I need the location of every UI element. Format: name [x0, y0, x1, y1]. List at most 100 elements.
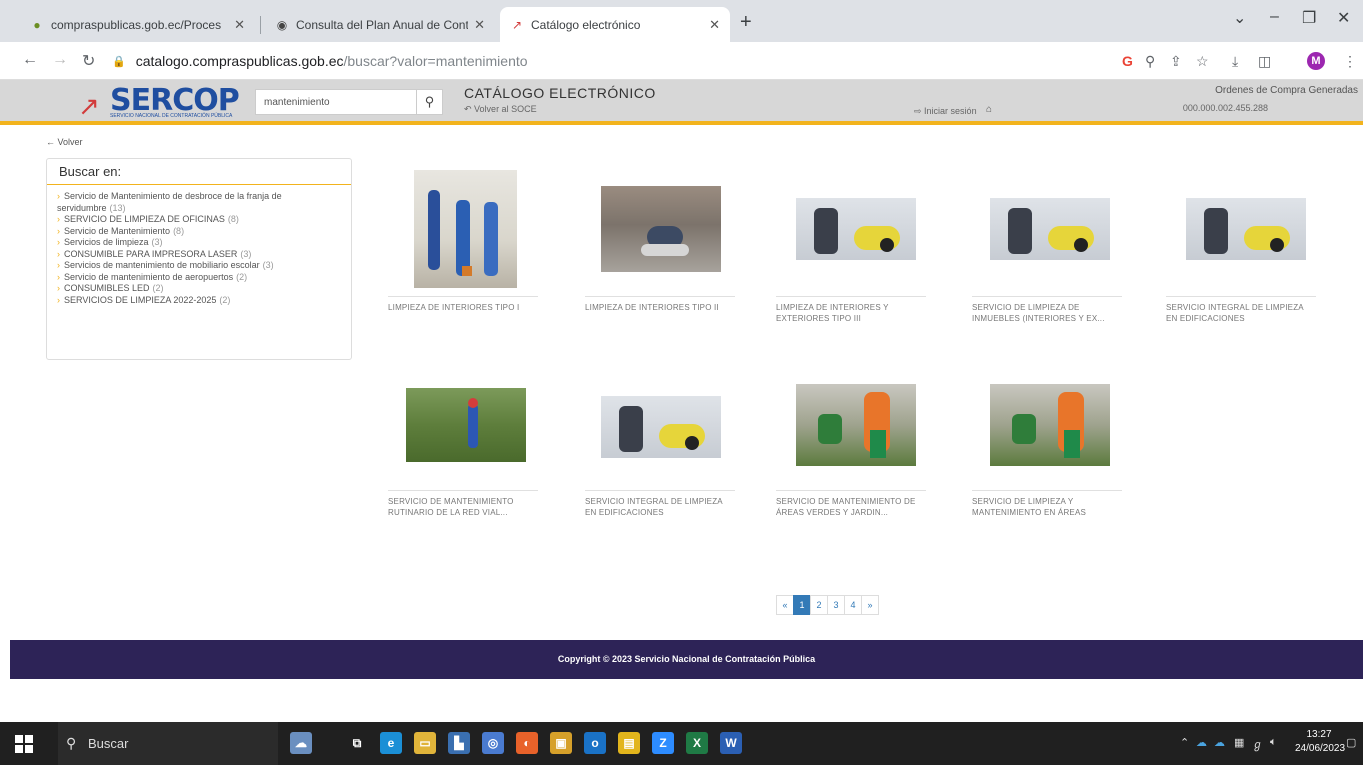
login-link[interactable]: ⇨ Iniciar sesión: [914, 106, 977, 117]
filter-item[interactable]: › Servicios de mantenimiento de mobiliari…: [57, 260, 341, 272]
pagination: « 1 2 3 4 »: [776, 595, 879, 615]
product-caption[interactable]: SERVICIO DE LIMPIEZA Y MANTENIMIENTO EN …: [972, 490, 1122, 518]
file-explorer-icon[interactable]: ▭: [414, 732, 436, 754]
back-to-soce-link[interactable]: ↶ Volver al SOCE: [464, 104, 537, 115]
bookmark-star-icon[interactable]: ☆: [1196, 53, 1209, 70]
notes-app-icon[interactable]: ▤: [618, 732, 640, 754]
pdf-app-icon[interactable]: ▙: [448, 732, 470, 754]
filter-item[interactable]: › CONSUMIBLES LED (2): [57, 283, 341, 295]
logo-subtitle: SERVICIO NACIONAL DE CONTRATACIÓN PÚBLIC…: [110, 113, 233, 119]
search-button[interactable]: ⚲: [417, 89, 443, 115]
menu-dots-icon[interactable]: ⋮: [1343, 53, 1357, 70]
photo-cleaning-machine: [796, 198, 916, 260]
forward-arrow-icon[interactable]: →: [52, 51, 68, 69]
volver-link[interactable]: ← Volver: [46, 137, 83, 147]
reload-icon[interactable]: ↻: [82, 51, 95, 71]
tray-chevron-icon[interactable]: ⌃: [1180, 736, 1189, 749]
product-image[interactable]: [776, 168, 926, 288]
tray-cloud-icon[interactable]: ☁: [1196, 736, 1207, 749]
restore-button[interactable]: ❐: [1302, 8, 1316, 28]
product-image[interactable]: [972, 362, 1122, 482]
download-icon[interactable]: ⤓: [1232, 53, 1238, 70]
page-2-button[interactable]: 2: [810, 595, 828, 615]
product-caption[interactable]: LIMPIEZA DE INTERIORES TIPO II: [585, 296, 735, 313]
search-input[interactable]: [255, 89, 417, 115]
filter-item[interactable]: › Servicio de mantenimiento de aeropuerto…: [57, 272, 341, 284]
page-3-button[interactable]: 3: [827, 595, 845, 615]
product-caption[interactable]: LIMPIEZA DE INTERIORES Y EXTERIORES TIPO…: [776, 296, 926, 324]
sercop-logo[interactable]: ↗ SERCOP SERVICIO NACIONAL DE CONTRATACI…: [78, 83, 248, 121]
presentation-app-icon[interactable]: ▣: [550, 732, 572, 754]
site-footer: Copyright © 2023 Servicio Nacional de Co…: [10, 640, 1363, 679]
filter-item[interactable]: › Servicio de Mantenimiento (8): [57, 226, 341, 238]
windows-start-icon[interactable]: [15, 735, 33, 753]
minimize-button[interactable]: –: [1270, 8, 1279, 26]
product-caption[interactable]: SERVICIO DE MANTENIMIENTO RUTINARIO DE L…: [388, 490, 538, 518]
product-image[interactable]: [585, 362, 735, 482]
tab-catalogo-electronico[interactable]: ↗ Catálogo electrónico ✕: [500, 7, 730, 42]
zoom-icon[interactable]: ⚲: [1145, 53, 1155, 70]
filter-count: (3): [262, 260, 274, 270]
product-caption[interactable]: SERVICIO INTEGRAL DE LIMPIEZA EN EDIFICA…: [1166, 296, 1316, 324]
bullet-arrow-icon: ›: [57, 294, 60, 305]
page-1-button[interactable]: 1: [793, 595, 811, 615]
close-tab-icon[interactable]: ✕: [474, 17, 485, 33]
close-window-button[interactable]: ✕: [1337, 8, 1350, 28]
new-tab-button[interactable]: +: [740, 12, 752, 32]
task-view-icon[interactable]: ⧉: [346, 732, 368, 754]
address-bar[interactable]: 🔒 catalogo.compraspublicas.gob.ec /busca…: [112, 47, 1112, 75]
photo-gardeners: [796, 384, 916, 466]
tab-compraspublicas[interactable]: ● compraspublicas.gob.ec/Proces ✕: [20, 7, 255, 42]
tab-search-chevron-icon[interactable]: ⌄: [1233, 8, 1246, 28]
page-prev-button[interactable]: «: [776, 595, 794, 615]
chrome-icon[interactable]: ◎: [482, 732, 504, 754]
filter-item[interactable]: › Servicios de limpieza (3): [57, 237, 341, 249]
taskbar-search-box[interactable]: ⚲ Buscar: [58, 722, 278, 765]
home-icon[interactable]: ⌂: [986, 104, 992, 115]
tab-consulta-plan-anual[interactable]: ◉ Consulta del Plan Anual de Cont ✕: [265, 7, 495, 42]
page-next-button[interactable]: »: [861, 595, 879, 615]
system-clock[interactable]: 13:27 24/06/2023: [1295, 728, 1345, 756]
excel-icon[interactable]: X: [686, 732, 708, 754]
zoom-app-icon[interactable]: Z: [652, 732, 674, 754]
page-4-button[interactable]: 4: [844, 595, 862, 615]
close-tab-icon[interactable]: ✕: [234, 17, 245, 33]
filter-item[interactable]: › CONSUMIBLE PARA IMPRESORA LASER (3): [57, 249, 341, 261]
google-icon[interactable]: G: [1122, 53, 1133, 69]
photo-cleaning-machine: [1186, 198, 1306, 260]
back-arrow-icon[interactable]: ←: [22, 51, 38, 69]
product-image[interactable]: [1166, 168, 1316, 288]
bullet-arrow-icon: ›: [57, 214, 60, 224]
share-icon[interactable]: ⇪: [1170, 53, 1182, 70]
product-image[interactable]: [388, 168, 538, 288]
product-caption[interactable]: LIMPIEZA DE INTERIORES TIPO I: [388, 296, 538, 313]
filter-label: CONSUMIBLES LED: [64, 283, 150, 293]
profile-avatar[interactable]: M: [1307, 52, 1325, 70]
product-caption[interactable]: SERVICIO INTEGRAL DE LIMPIEZA EN EDIFICA…: [585, 490, 735, 518]
weather-icon[interactable]: ☁: [290, 732, 312, 754]
product-caption[interactable]: SERVICIO DE LIMPIEZA DE INMUEBLES (INTER…: [972, 296, 1122, 324]
product-image[interactable]: [585, 168, 735, 288]
edge-browser-icon[interactable]: e: [380, 732, 402, 754]
firefox-icon[interactable]: ◐: [516, 732, 538, 754]
product-image[interactable]: [776, 362, 926, 482]
language-icon[interactable]: ℊ: [1252, 736, 1263, 752]
word-icon[interactable]: W: [720, 732, 742, 754]
filter-item[interactable]: › SERVICIO DE LIMPIEZA DE OFICINAS (8): [57, 214, 341, 226]
bullet-arrow-icon: ›: [57, 260, 60, 270]
filter-count: (8): [227, 214, 239, 224]
notifications-icon[interactable]: ▢: [1346, 736, 1356, 749]
filter-item[interactable]: › Servicio de Mantenimiento de desbroce d…: [57, 191, 341, 214]
side-panel-icon[interactable]: ◫: [1258, 53, 1271, 70]
filter-item[interactable]: › SERVICIOS DE LIMPIEZA 2022-2025 (2): [57, 295, 341, 307]
bullet-arrow-icon: ›: [57, 283, 60, 293]
volume-icon[interactable]: 🔈︎: [1270, 736, 1277, 749]
bullet-arrow-icon: ›: [57, 248, 60, 259]
product-image[interactable]: [388, 362, 538, 482]
product-image[interactable]: [972, 168, 1122, 288]
network-icon[interactable]: ▦: [1234, 736, 1244, 749]
outlook-icon[interactable]: o: [584, 732, 606, 754]
close-tab-icon[interactable]: ✕: [709, 17, 720, 33]
product-caption[interactable]: SERVICIO DE MANTENIMIENTO DE ÁREAS VERDE…: [776, 490, 926, 518]
tray-onedrive-icon[interactable]: ☁: [1214, 736, 1225, 749]
